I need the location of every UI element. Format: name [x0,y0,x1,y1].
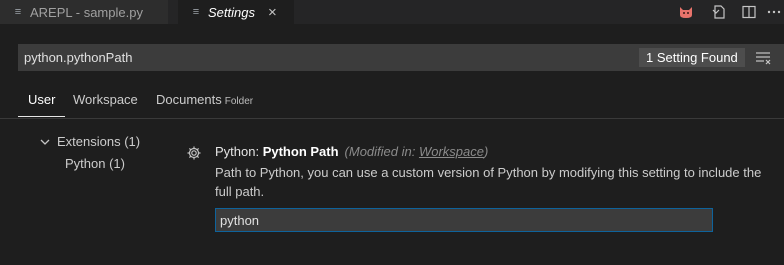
editor-tab-bar: ≡ AREPL - sample.py ≡ Settings × [0,0,784,24]
setting-title: Python: Python Path (Modified in: Workspa… [215,144,488,159]
tab-arepl-sample[interactable]: ≡ AREPL - sample.py [0,0,168,24]
close-icon[interactable]: × [268,4,277,21]
python-path-input[interactable] [216,209,700,231]
scope-label: Documents [156,92,222,107]
setting-value-box [215,208,713,232]
tab-label: AREPL - sample.py [30,4,143,20]
clear-filter-icon[interactable] [755,51,771,65]
tab-label: Settings [208,4,255,20]
toc-label: Extensions (1) [57,134,141,149]
more-actions-icon[interactable] [765,3,783,21]
scope-label: User [28,92,56,107]
active-scope-indicator [18,116,65,117]
toc-item-python[interactable]: Python (1) [65,156,125,171]
gear-icon[interactable] [186,145,202,161]
modified-workspace-link[interactable]: Workspace [419,144,484,159]
settings-search-input[interactable] [24,44,584,71]
result-count-badge: 1 Setting Found [639,48,745,67]
cat-icon[interactable] [677,3,695,21]
scope-suffix: Folder [224,96,254,107]
settings-scope-tabs: User Workspace Documents Folder [0,84,784,119]
tab-documents-folder[interactable]: Documents Folder [156,92,253,107]
tab-user[interactable]: User [28,92,55,107]
toc-label: Python (1) [65,156,125,171]
tab-settings[interactable]: ≡ Settings × [178,0,294,24]
setting-description: Path to Python, you can use a custom ver… [215,165,762,199]
setting-category: Python: [215,144,263,159]
split-editor-icon[interactable] [740,3,758,21]
toc-item-extensions[interactable]: Extensions (1) [39,134,140,149]
lines-file-icon: ≡ [14,6,22,18]
modified-prefix: (Modified in: [344,144,419,159]
tab-workspace[interactable]: Workspace [73,92,138,107]
lines-file-icon: ≡ [192,6,200,18]
modified-indicator: (Modified in: Workspace) [345,144,489,159]
chevron-down-icon [40,139,50,145]
open-json-icon[interactable] [710,3,728,21]
settings-search-bar: 1 Setting Found [18,44,784,71]
setting-name: Python Path [262,144,339,159]
scope-label: Workspace [73,92,138,107]
modified-suffix: ) [484,144,489,159]
